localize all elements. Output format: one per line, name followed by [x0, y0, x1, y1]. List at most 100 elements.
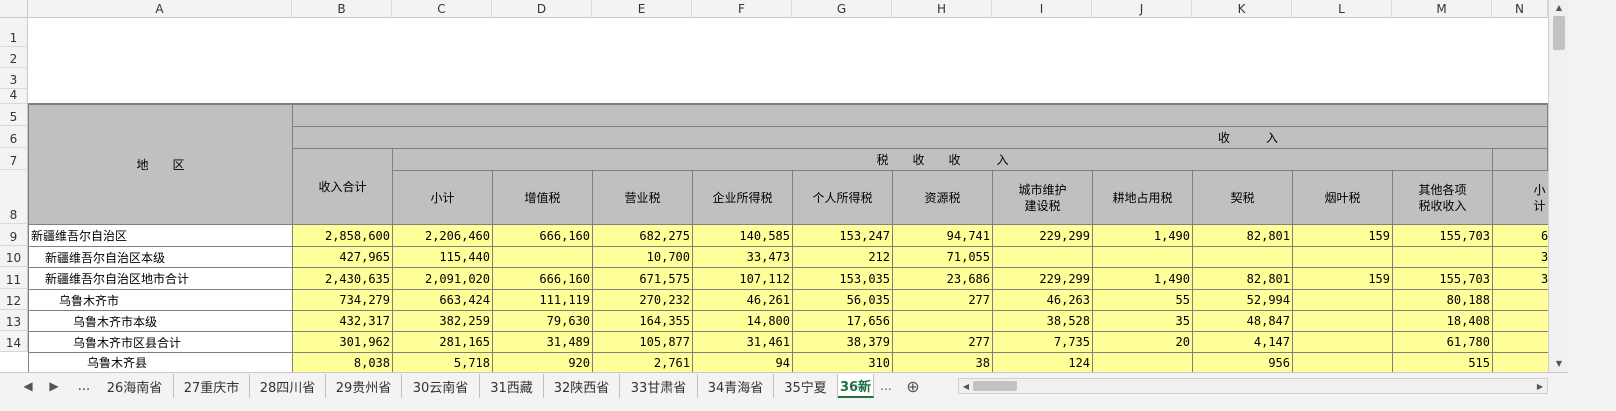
- row-header-9[interactable]: 9: [0, 224, 28, 246]
- value-cell[interactable]: 5,718: [392, 352, 493, 373]
- column-header-h[interactable]: H: [892, 0, 992, 18]
- column-header-e[interactable]: E: [592, 0, 692, 18]
- add-sheet-icon[interactable]: ⊕: [902, 375, 924, 397]
- value-cell[interactable]: 666,160: [492, 224, 593, 247]
- value-cell[interactable]: [1392, 246, 1493, 268]
- value-cell[interactable]: 46,263: [992, 289, 1093, 311]
- value-cell[interactable]: 734,279: [292, 289, 393, 311]
- horizontal-scroll-thumb[interactable]: [973, 381, 1017, 391]
- row-header-4[interactable]: 4: [0, 88, 28, 104]
- value-cell[interactable]: 140,585: [692, 224, 793, 247]
- sheet-tab-6[interactable]: 31西藏: [480, 374, 544, 398]
- region-name-cell[interactable]: 新疆维吾尔自治区: [28, 224, 293, 247]
- row-header-7[interactable]: 7: [0, 148, 28, 170]
- row-header-6[interactable]: 6: [0, 126, 28, 148]
- column-header-g[interactable]: G: [792, 0, 892, 18]
- value-cell[interactable]: 94,741: [892, 224, 993, 247]
- value-cell[interactable]: 55: [1092, 289, 1193, 311]
- column-header-i[interactable]: I: [992, 0, 1092, 18]
- value-cell[interactable]: 671,575: [592, 267, 693, 290]
- row-header-10[interactable]: 10: [0, 246, 28, 267]
- value-cell[interactable]: 2,761: [592, 352, 693, 373]
- column-header-a[interactable]: A: [28, 0, 292, 18]
- sheet-tab-3[interactable]: 28四川省: [250, 374, 326, 398]
- value-cell[interactable]: 7,735: [992, 331, 1093, 353]
- value-cell[interactable]: 61,780: [1392, 331, 1493, 353]
- column-header-m[interactable]: M: [1392, 0, 1492, 18]
- value-cell[interactable]: 1,490: [1092, 224, 1193, 247]
- column-header-k[interactable]: K: [1192, 0, 1292, 18]
- column-header-f[interactable]: F: [692, 0, 792, 18]
- value-cell[interactable]: 14,800: [692, 310, 793, 332]
- scroll-left-icon[interactable]: ◀: [959, 379, 973, 393]
- value-cell[interactable]: 301,962: [292, 331, 393, 353]
- value-cell[interactable]: 153,035: [792, 267, 893, 290]
- value-cell[interactable]: 6: [1492, 224, 1549, 247]
- value-cell[interactable]: 432,317: [292, 310, 393, 332]
- select-all-corner[interactable]: [0, 0, 28, 18]
- value-cell[interactable]: 35: [1092, 310, 1193, 332]
- row-header-5[interactable]: 5: [0, 104, 28, 126]
- value-cell[interactable]: 3: [1492, 246, 1549, 268]
- sheet-tab-7[interactable]: 32陕西省: [544, 374, 620, 398]
- value-cell[interactable]: 310: [792, 352, 893, 373]
- value-cell[interactable]: 427,965: [292, 246, 393, 268]
- row-header-11[interactable]: 11: [0, 267, 28, 289]
- value-cell[interactable]: 229,299: [992, 224, 1093, 247]
- value-cell[interactable]: 56,035: [792, 289, 893, 311]
- value-cell[interactable]: 382,259: [392, 310, 493, 332]
- value-cell[interactable]: 111,119: [492, 289, 593, 311]
- scroll-up-icon[interactable]: ▲: [1549, 0, 1569, 14]
- value-cell[interactable]: 2,430,635: [292, 267, 393, 290]
- value-cell[interactable]: 920: [492, 352, 593, 373]
- value-cell[interactable]: [1092, 352, 1193, 373]
- value-cell[interactable]: 956: [1192, 352, 1293, 373]
- value-cell[interactable]: 48,847: [1192, 310, 1293, 332]
- region-name-cell[interactable]: 乌鲁木齐市: [28, 289, 293, 311]
- value-cell[interactable]: 8,038: [292, 352, 393, 373]
- sheet-tab-11[interactable]: 36新: [838, 374, 874, 398]
- column-header-d[interactable]: D: [492, 0, 592, 18]
- region-name-cell[interactable]: 新疆维吾尔自治区本级: [28, 246, 293, 268]
- value-cell[interactable]: 124: [992, 352, 1093, 373]
- row-header-14[interactable]: 14: [0, 331, 28, 352]
- value-cell[interactable]: [1292, 310, 1393, 332]
- value-cell[interactable]: [1492, 289, 1549, 311]
- scroll-right-icon[interactable]: ▶: [1533, 379, 1547, 393]
- value-cell[interactable]: [1292, 352, 1393, 373]
- sheet-tab-2[interactable]: 27重庆市: [174, 374, 250, 398]
- value-cell[interactable]: 4,147: [1192, 331, 1293, 353]
- value-cell[interactable]: 164,355: [592, 310, 693, 332]
- region-name-cell[interactable]: 乌鲁木齐市区县合计: [28, 331, 293, 353]
- value-cell[interactable]: 52,994: [1192, 289, 1293, 311]
- horizontal-scrollbar[interactable]: ◀ ▶: [958, 378, 1548, 394]
- blank-area[interactable]: [28, 18, 1548, 104]
- value-cell[interactable]: [892, 310, 993, 332]
- value-cell[interactable]: 3: [1492, 267, 1549, 290]
- sheet-tab-10[interactable]: 35宁夏: [774, 374, 838, 398]
- value-cell[interactable]: 107,112: [692, 267, 793, 290]
- value-cell[interactable]: 23,686: [892, 267, 993, 290]
- value-cell[interactable]: 20: [1092, 331, 1193, 353]
- value-cell[interactable]: 31,461: [692, 331, 793, 353]
- value-cell[interactable]: 33,473: [692, 246, 793, 268]
- value-cell[interactable]: [1092, 246, 1193, 268]
- sheet-tab-5[interactable]: 30云南省: [402, 374, 480, 398]
- value-cell[interactable]: [492, 246, 593, 268]
- value-cell[interactable]: [1292, 289, 1393, 311]
- value-cell[interactable]: 46,261: [692, 289, 793, 311]
- sheet-tab-0[interactable]: ...: [72, 374, 96, 398]
- value-cell[interactable]: 115,440: [392, 246, 493, 268]
- sheet-tab-8[interactable]: 33甘肃省: [620, 374, 698, 398]
- value-cell[interactable]: 682,275: [592, 224, 693, 247]
- region-name-cell[interactable]: 新疆维吾尔自治区地市合计: [28, 267, 293, 290]
- value-cell[interactable]: 515: [1392, 352, 1493, 373]
- column-header-j[interactable]: J: [1092, 0, 1192, 18]
- value-cell[interactable]: [992, 246, 1093, 268]
- value-cell[interactable]: 38: [892, 352, 993, 373]
- value-cell[interactable]: 10,700: [592, 246, 693, 268]
- prev-sheet-icon[interactable]: ◀: [18, 377, 38, 395]
- value-cell[interactable]: [1492, 331, 1549, 353]
- column-header-b[interactable]: B: [292, 0, 392, 18]
- value-cell[interactable]: 277: [892, 289, 993, 311]
